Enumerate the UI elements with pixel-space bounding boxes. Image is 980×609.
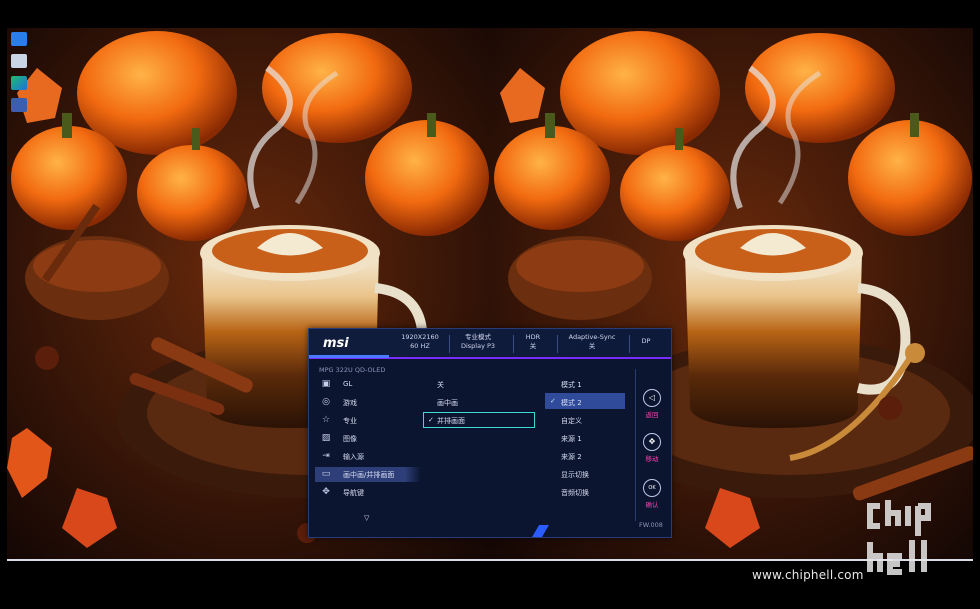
back-icon: ◁ [643,389,661,407]
resolution-status: 1920X2160 60 HZ [401,333,439,350]
option-display-swap[interactable]: 显示切换 [561,470,589,480]
desktop-icons [9,32,29,120]
hdr-status: HDR 关 [513,333,547,355]
menu-item-gaming[interactable]: ◎ 游戏 [315,395,415,410]
chiphell-logo-watermark [867,500,931,575]
ok-icon: OK [643,479,661,497]
input-status: DP [629,333,657,355]
move-icon: ✥ [643,433,661,451]
osd-footer-accent [529,525,555,537]
menu-item-professional[interactable]: ☆ 专业 [315,413,415,428]
osd-header: msi 1920X2160 60 HZ 专业模式 Display P3 HDR 关 A… [309,329,671,359]
site-watermark: www.chiphell.com [752,568,864,582]
mode-status: 专业模式 Display P3 [449,333,501,355]
msi-logo: msi [323,336,349,351]
app-shortcut-icon[interactable] [11,98,27,112]
option-mode-2[interactable]: 模式 2 [561,398,582,408]
menu-item-input-source[interactable]: ⇥ 输入源 [315,449,415,464]
option-mode-1[interactable]: 模式 1 [561,380,582,390]
adaptive-sync-status: Adaptive-Sync 关 [557,333,621,355]
menu-item-gl[interactable]: ▣ GL [315,377,415,392]
option-check-icon: ✓ [550,397,556,405]
menu-item-pip-pbp[interactable]: ▭ 画中画/并排画面 [315,467,421,482]
submenu-off[interactable]: 关 [437,380,444,390]
star-icon: ☆ [321,415,331,425]
option-custom[interactable]: 自定义 [561,416,582,426]
option-audio-swap[interactable]: 音频切换 [561,488,589,498]
taskbar [7,559,973,561]
edge-icon[interactable] [11,76,27,90]
image-icon: ▨ [321,433,331,443]
ok-button[interactable]: OK 确认 [641,479,663,509]
option-selection-highlight [545,393,625,409]
menu-item-navigation[interactable]: ✥ 导航键 [315,485,415,500]
option-source-1[interactable]: 来源 1 [561,434,582,444]
side-divider [635,369,636,521]
submenu-pbp[interactable]: 并排画面 [437,416,465,426]
model-name: MPG 322U QD-OLED [319,366,386,374]
menu-item-image[interactable]: ▨ 图像 [315,431,415,446]
submenu-pip[interactable]: 画中画 [437,398,458,408]
back-button[interactable]: ◁ 返回 [641,389,663,419]
osd-menu: msi 1920X2160 60 HZ 专业模式 Display P3 HDR 关 A… [308,328,672,538]
option-source-2[interactable]: 来源 2 [561,452,582,462]
recycle-bin-icon[interactable] [11,54,27,68]
firmware-version: FW.008 [639,521,663,529]
scroll-down-icon[interactable]: ▽ [364,514,369,522]
navigation-icon: ✥ [322,487,330,497]
gamepad-icon: ◎ [322,397,330,407]
move-button[interactable]: ✥ 移动 [641,433,663,463]
header-accent [309,355,389,358]
gl-icon: ▣ [321,379,331,389]
pip-icon: ▭ [321,469,331,479]
this-pc-icon[interactable] [11,32,27,46]
input-source-icon: ⇥ [322,451,330,461]
submenu-check-icon: ✓ [428,416,434,424]
